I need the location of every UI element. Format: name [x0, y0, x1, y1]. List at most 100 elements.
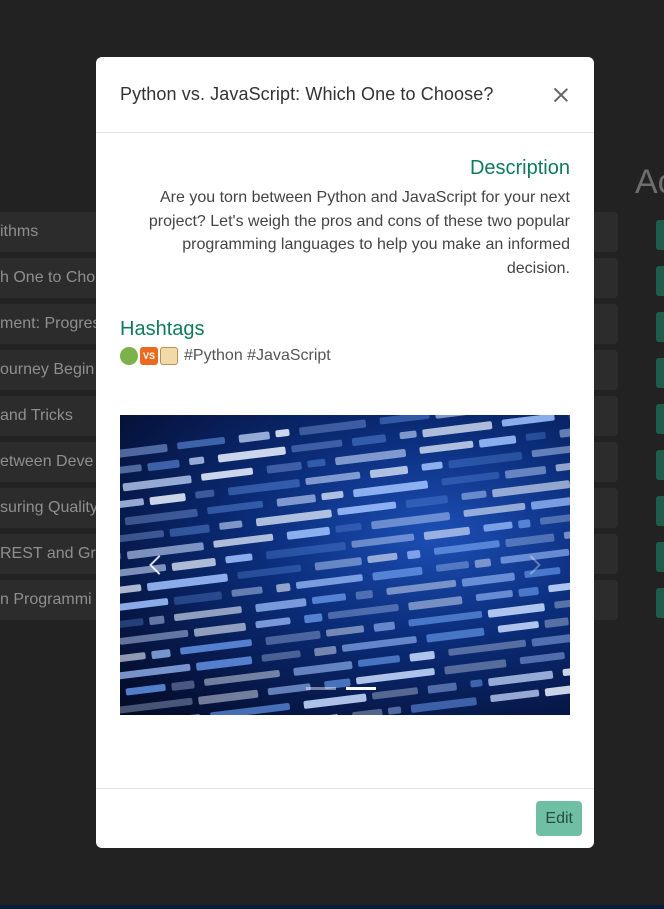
code-text-fragment — [387, 706, 402, 715]
code-text-fragment — [478, 435, 517, 448]
code-text-fragment — [196, 656, 253, 671]
code-text-fragment — [201, 467, 254, 481]
code-text-fragment — [422, 421, 493, 438]
code-text-fragment — [419, 440, 474, 454]
code-text-fragment — [325, 625, 365, 637]
code-text-fragment — [357, 655, 401, 667]
code-text-fragment — [539, 510, 570, 525]
code-text-fragment — [373, 621, 395, 632]
code-text-fragment — [219, 520, 243, 530]
code-text-fragment — [369, 465, 409, 479]
code-text-fragment — [518, 586, 539, 597]
code-text-fragment — [120, 652, 146, 664]
snake-emoji-icon — [120, 347, 138, 365]
code-text-fragment — [559, 421, 570, 438]
code-text-fragment — [120, 444, 168, 460]
code-text-fragment — [337, 501, 397, 516]
code-text-fragment — [189, 456, 205, 465]
carousel-prev-button[interactable] — [142, 550, 172, 580]
code-text-fragment — [213, 533, 274, 548]
code-text-fragment — [227, 479, 300, 496]
code-text-fragment — [405, 495, 448, 508]
code-text-fragment — [355, 590, 373, 600]
carousel-indicator[interactable] — [306, 687, 336, 690]
code-text-fragment — [173, 714, 201, 715]
code-text-fragment — [120, 697, 193, 714]
code-text-fragment — [198, 689, 259, 705]
code-text-fragment — [120, 464, 142, 477]
code-text-fragment — [120, 663, 191, 680]
code-text-fragment — [120, 598, 169, 613]
code-text-fragment — [531, 631, 570, 647]
code-screen-image — [120, 415, 570, 715]
background-side-button — [656, 266, 664, 296]
code-text-fragment — [265, 630, 321, 645]
code-text-fragment — [335, 522, 362, 533]
code-text-fragment — [518, 519, 531, 529]
code-text-fragment — [286, 526, 330, 540]
code-text-fragment — [210, 703, 291, 715]
code-text-fragment — [327, 604, 399, 620]
background-side-button — [656, 312, 664, 342]
code-text-fragment — [351, 434, 387, 446]
close-icon[interactable] — [552, 86, 570, 104]
code-text-fragment — [238, 431, 270, 443]
code-text-fragment — [505, 533, 555, 548]
background-side-button — [656, 588, 664, 618]
hashtags-line: VS #Python #JavaScript — [120, 347, 570, 365]
code-text-fragment — [173, 606, 242, 621]
code-text-fragment — [461, 490, 487, 501]
code-text-fragment — [483, 521, 513, 532]
code-text-fragment — [305, 471, 361, 485]
code-text-fragment — [492, 480, 570, 498]
background-side-button — [656, 542, 664, 572]
code-text-fragment — [173, 591, 223, 605]
code-text-fragment — [266, 461, 302, 474]
code-text-fragment — [193, 622, 247, 637]
code-text-fragment — [544, 617, 569, 628]
code-text-fragment — [444, 659, 507, 675]
code-text-fragment — [356, 668, 435, 685]
code-text-fragment — [463, 502, 526, 517]
carousel-next-button[interactable] — [518, 550, 548, 580]
code-text-fragment — [379, 415, 430, 425]
code-text-fragment — [504, 466, 547, 479]
code-text-fragment — [120, 584, 142, 595]
code-text-fragment — [120, 629, 189, 645]
code-text-fragment — [487, 603, 545, 618]
code-text-fragment — [255, 598, 307, 612]
background-heading: Ac — [635, 163, 664, 201]
code-text-fragment — [367, 552, 398, 563]
code-text-fragment — [149, 493, 186, 506]
code-text-fragment — [525, 431, 546, 441]
vs-emoji-icon: VS — [140, 347, 158, 365]
code-text-fragment — [122, 475, 192, 492]
code-text-fragment — [255, 509, 332, 527]
code-text-fragment — [555, 461, 570, 472]
scroll-emoji-icon — [160, 347, 178, 365]
carousel-indicator-active[interactable] — [346, 687, 376, 690]
code-text-fragment — [352, 708, 383, 715]
code-text-fragment — [353, 480, 429, 498]
code-text-fragment — [225, 553, 253, 564]
code-text-fragment — [488, 670, 554, 687]
edit-button[interactable]: Edit — [536, 801, 582, 836]
hashtags-text: #Python #JavaScript — [184, 347, 331, 364]
code-text-fragment — [217, 446, 286, 463]
code-text-fragment — [568, 415, 570, 420]
carousel-indicators — [306, 687, 376, 690]
code-text-fragment — [307, 458, 326, 468]
code-text-fragment — [303, 693, 367, 709]
modal-title: Python vs. JavaScript: Which One to Choo… — [120, 84, 494, 104]
code-text-fragment — [304, 613, 323, 624]
post-modal: Python vs. JavaScript: Which One to Choo… — [96, 57, 594, 848]
code-text-fragment — [321, 490, 344, 501]
modal-body: Description Are you torn between Python … — [96, 133, 594, 715]
background-side-button — [656, 220, 664, 250]
code-text-fragment — [293, 661, 353, 676]
code-text-fragment — [275, 429, 290, 438]
code-text-fragment — [195, 489, 215, 499]
background-side-button — [656, 450, 664, 480]
code-text-fragment — [544, 684, 570, 697]
code-text-fragment — [530, 496, 570, 510]
